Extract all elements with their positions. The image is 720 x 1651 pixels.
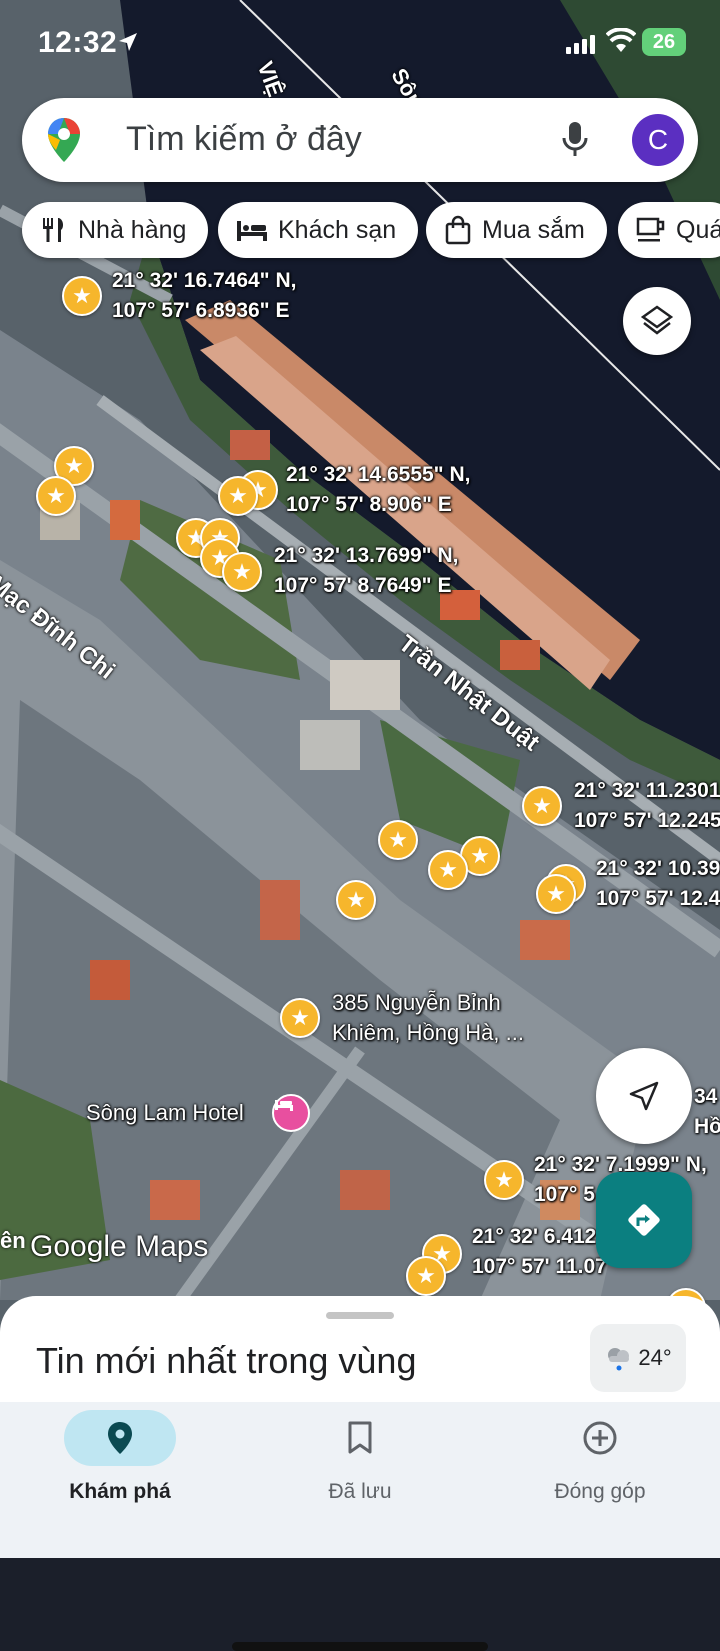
starred-place-pin[interactable]: ★ bbox=[280, 998, 320, 1038]
status-bar: 12:32 26 bbox=[0, 0, 720, 90]
starred-place-pin[interactable]: ★ bbox=[36, 476, 76, 516]
hotel-pin-icon[interactable] bbox=[272, 1094, 310, 1132]
navigation-arrow-icon bbox=[629, 1081, 659, 1111]
map-label: 21° 32' 16.7464" N, 107° 57' 6.8936" E bbox=[112, 269, 297, 322]
sheet-drag-handle[interactable] bbox=[326, 1312, 394, 1319]
tab-explore-pill bbox=[64, 1410, 176, 1466]
tab-contribute-pill bbox=[544, 1410, 656, 1466]
location-arrow-icon bbox=[119, 33, 137, 51]
cellular-signal-icon bbox=[566, 35, 595, 54]
home-indicator[interactable] bbox=[232, 1642, 488, 1651]
chip-label: Khách sạn bbox=[278, 215, 397, 244]
tab-label: Đóng góp bbox=[554, 1480, 646, 1503]
search-bar[interactable]: Tìm kiếm ở đây C bbox=[22, 98, 698, 182]
google-maps-watermark: Google Maps bbox=[30, 1230, 209, 1263]
map-label: 21° 32' 11.2301 107° 57' 12.245 bbox=[574, 779, 720, 832]
fork-knife-icon bbox=[40, 216, 68, 244]
chip-label: Quán bbox=[676, 215, 720, 244]
starred-place-pin[interactable]: ★ bbox=[428, 850, 468, 890]
starred-place-pin[interactable]: ★ bbox=[336, 880, 376, 920]
chip-label: Nhà hàng bbox=[78, 215, 187, 244]
search-input[interactable]: Tìm kiếm ở đây bbox=[126, 120, 362, 159]
starred-place-pin[interactable]: ★ bbox=[522, 786, 562, 826]
sheet-title: Tin mới nhất trong vùng bbox=[36, 1340, 417, 1381]
coffee-cup-icon bbox=[636, 216, 666, 244]
status-time: 12:32 bbox=[38, 26, 118, 59]
tab-explore[interactable]: Khám phá bbox=[0, 1402, 240, 1558]
chip-restaurants[interactable]: Nhà hàng bbox=[22, 202, 209, 258]
map-label-cutoff: ên bbox=[0, 1228, 26, 1253]
shopping-bag-icon bbox=[444, 215, 472, 245]
tab-label: Đã lưu bbox=[328, 1480, 392, 1503]
bottom-sheet[interactable]: Tin mới nhất trong vùng 24° Khám phá Đã … bbox=[0, 1296, 720, 1651]
map-label: 21° 32' 13.7699" N, 107° 57' 8.7649" E bbox=[274, 544, 459, 597]
layers-icon bbox=[640, 305, 674, 335]
map-label: 21° 32' 6.412 107° 57' 11.07 bbox=[472, 1225, 607, 1278]
starred-place-pin[interactable]: ★ bbox=[378, 820, 418, 860]
starred-place-pin[interactable]: ★ bbox=[536, 874, 576, 914]
tab-label: Khám phá bbox=[69, 1480, 171, 1503]
tab-saved-pill bbox=[304, 1410, 416, 1466]
map-label: 34 Hồ bbox=[694, 1085, 720, 1138]
map-label: 21° 32' 14.6555" N, 107° 57' 8.906" E bbox=[286, 463, 471, 516]
map-label: 385 Nguyễn Bỉnh Khiêm, Hồng Hà, ... bbox=[332, 990, 524, 1045]
bed-icon bbox=[236, 217, 268, 243]
bookmark-icon bbox=[348, 1421, 372, 1454]
temperature: 24° bbox=[638, 1345, 672, 1370]
google-maps-logo-icon bbox=[48, 118, 80, 162]
wifi-icon bbox=[606, 28, 636, 52]
microphone-icon[interactable] bbox=[560, 120, 590, 160]
map-layers-button[interactable] bbox=[623, 287, 691, 355]
tab-saved[interactable]: Đã lưu bbox=[240, 1402, 480, 1558]
chip-label: Mua sắm bbox=[482, 215, 585, 244]
plus-circle-icon bbox=[583, 1421, 617, 1455]
account-avatar[interactable]: C bbox=[632, 114, 684, 166]
cloud-rain-icon bbox=[604, 1344, 634, 1372]
weather-badge[interactable]: 24° bbox=[590, 1324, 686, 1392]
starred-place-pin[interactable]: ★ bbox=[222, 552, 262, 592]
starred-place-pin[interactable]: ★ bbox=[218, 476, 258, 516]
directions-button[interactable] bbox=[596, 1172, 692, 1268]
bottom-navigation: Khám phá Đã lưu Đóng góp bbox=[0, 1402, 720, 1651]
directions-icon bbox=[628, 1204, 660, 1236]
chip-cafes[interactable]: Quán bbox=[618, 202, 720, 258]
my-location-button[interactable] bbox=[596, 1048, 692, 1144]
battery-indicator: 26 bbox=[642, 28, 686, 56]
map-label: 21° 32' 10.39 107° 57' 12.4 bbox=[596, 857, 720, 910]
hotel-label: Sông Lam Hotel bbox=[86, 1100, 244, 1125]
starred-place-pin[interactable]: ★ bbox=[406, 1256, 446, 1296]
chip-shopping[interactable]: Mua sắm bbox=[426, 202, 607, 258]
chip-hotels[interactable]: Khách sạn bbox=[218, 202, 419, 258]
tab-contribute[interactable]: Đóng góp bbox=[480, 1402, 720, 1558]
starred-place-pin[interactable]: ★ bbox=[484, 1160, 524, 1200]
starred-place-pin[interactable]: ★ bbox=[62, 276, 102, 316]
location-pin-icon bbox=[108, 1422, 132, 1454]
